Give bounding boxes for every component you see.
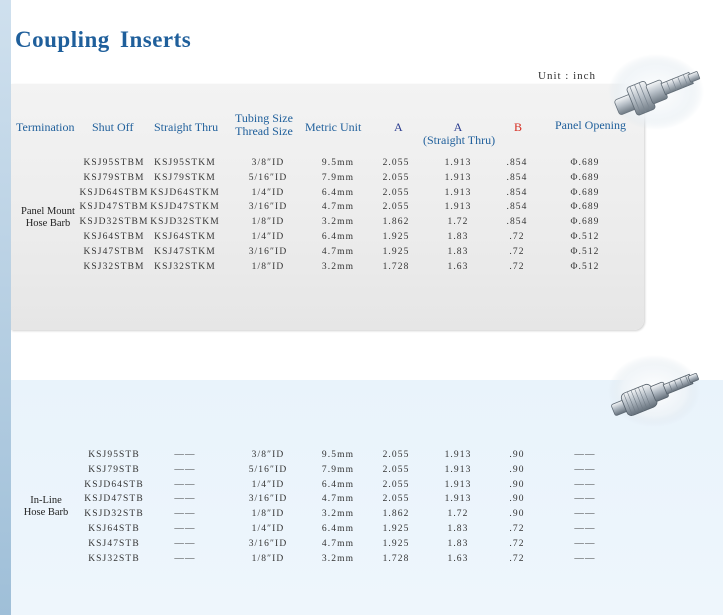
header-a: A <box>394 120 403 134</box>
cell-panel-opening: Φ.512 <box>570 246 600 257</box>
cell-panel-opening: —— <box>574 553 596 564</box>
header-b: B <box>514 120 523 134</box>
cell-panel-opening: —— <box>574 494 596 505</box>
header-metric-unit: Metric Unit <box>305 120 362 134</box>
cell-panel-opening: —— <box>574 538 596 549</box>
cell-panel-opening: Φ.689 <box>570 187 600 198</box>
unit-label: Unit : inch <box>538 70 597 82</box>
in-line-insert-image <box>608 355 700 427</box>
header-termination: Termination <box>16 120 75 134</box>
header-tubing-size-line2: Thread Size <box>235 124 293 138</box>
cell-panel-opening: Φ.512 <box>570 232 600 242</box>
cell-panel-opening: Φ.689 <box>570 217 600 228</box>
cell-panel-opening: —— <box>574 450 596 460</box>
header-a-straight-line2: (Straight Thru) <box>423 133 496 147</box>
cell-panel-opening: —— <box>574 524 596 534</box>
header-tubing-size: Tubing Size Thread Size <box>235 112 293 138</box>
header-straight-thru: Straight Thru <box>154 120 219 134</box>
cell-panel-opening: —— <box>574 479 596 490</box>
cell-panel-opening: —— <box>574 464 596 475</box>
cell-panel-opening: Φ.512 <box>570 261 600 272</box>
header-a-straight-thru: A (Straight Thru) <box>423 121 496 147</box>
cell-panel-opening: Φ.689 <box>570 172 600 183</box>
page-title: Coupling Inserts <box>15 27 192 52</box>
cell-panel-opening: Φ.689 <box>570 158 600 168</box>
cell-panel-opening: —— <box>574 509 596 520</box>
cell-panel-opening: Φ.689 <box>570 202 600 213</box>
left-accent-strip <box>0 0 11 615</box>
header-panel-opening: Panel Opening <box>555 118 626 132</box>
header-shut-off: Shut Off <box>92 120 134 134</box>
